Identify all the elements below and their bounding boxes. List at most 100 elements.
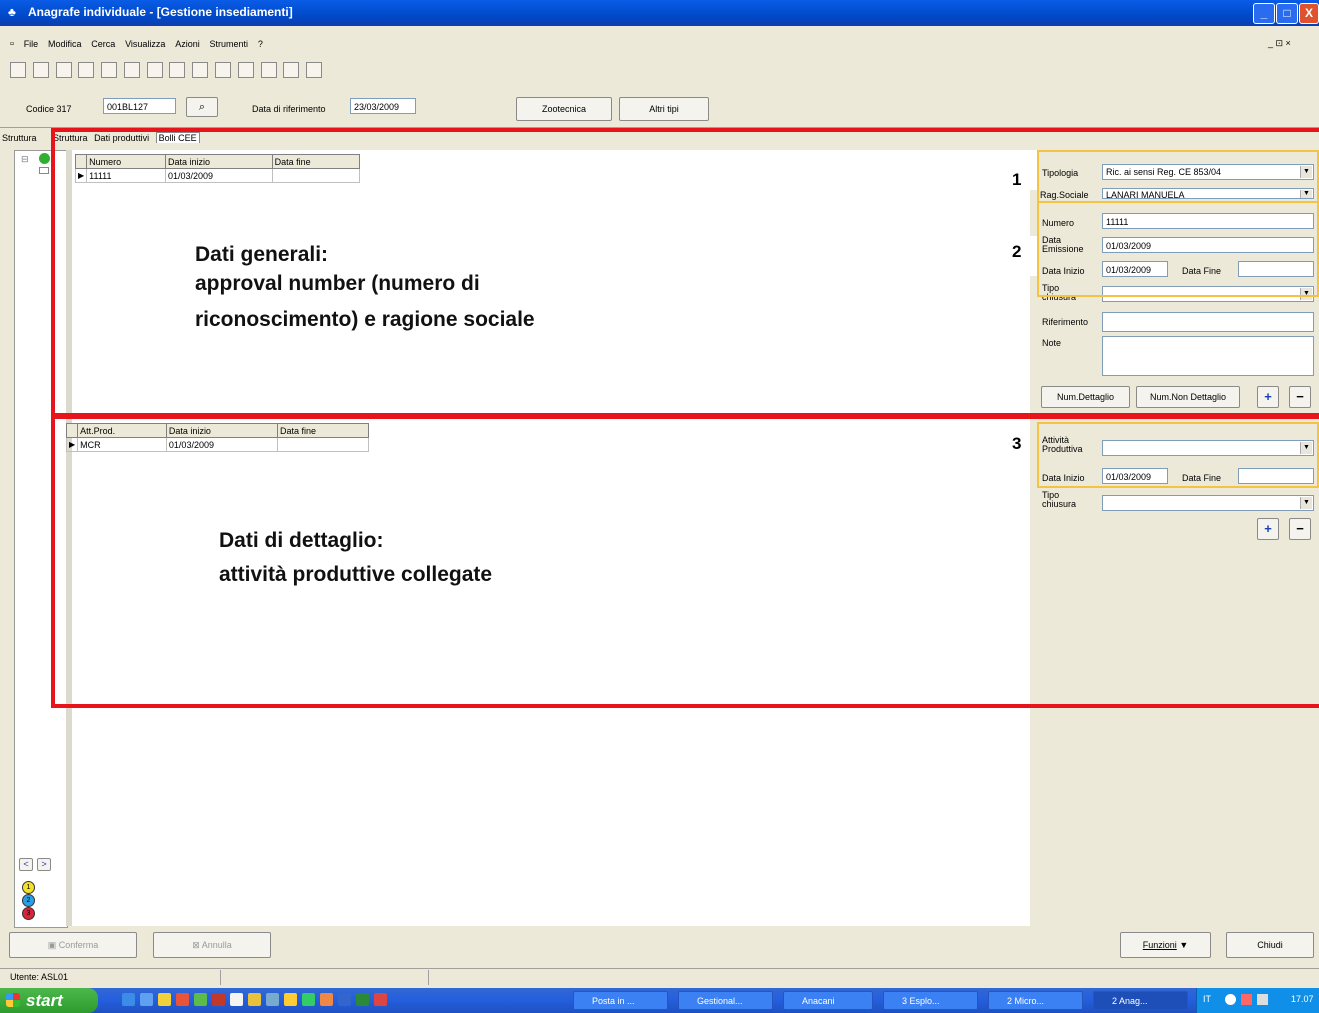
menu-azioni[interactable]: Azioni — [175, 39, 200, 49]
task-microsoft[interactable]: 2 Micro... — [988, 991, 1083, 1010]
app-icon[interactable] — [266, 993, 279, 1006]
data-rif-input[interactable]: 23/03/2009 — [350, 98, 416, 114]
mdi-controls[interactable]: _ ⊡ × — [1268, 38, 1291, 49]
tray-app-icon[interactable] — [1241, 994, 1252, 1005]
start-label: start — [26, 991, 63, 1010]
paste-icon[interactable] — [169, 62, 186, 78]
app-icon[interactable] — [248, 993, 261, 1006]
windows-logo-icon — [6, 993, 20, 1007]
tree-icon[interactable] — [10, 62, 26, 78]
annotation-yellow-box-1 — [1037, 150, 1319, 203]
word-icon[interactable] — [338, 993, 351, 1006]
annotation-dettaglio-line1: Dati di dettaglio: — [219, 529, 384, 552]
menu-bar: ▫ File Modifica Cerca Visualizza Azioni … — [0, 38, 1319, 54]
record-2-icon[interactable]: 2 — [22, 894, 35, 907]
minimize-button[interactable]: _ — [1253, 3, 1275, 24]
status-divider — [428, 970, 429, 985]
app-icon[interactable] — [158, 993, 171, 1006]
network-icon[interactable] — [1225, 994, 1236, 1005]
codice-label: Codice 317 — [26, 104, 72, 114]
chiudi-button[interactable]: Chiudi — [1226, 932, 1314, 958]
doc-icon: ▫ — [10, 38, 14, 50]
annotation-generali-line2: approval number (numero di — [195, 272, 480, 295]
annotation-yellow-box-2 — [1037, 201, 1319, 297]
windows-icon[interactable] — [306, 62, 323, 78]
codice-input[interactable]: 001BL127 — [103, 98, 176, 114]
conferma-label: Conferma — [58, 940, 99, 950]
status-divider — [220, 970, 221, 985]
record-1-icon[interactable]: 1 — [22, 881, 35, 894]
task-posta[interactable]: Posta in ... — [573, 991, 668, 1010]
annulla-button[interactable]: ⊠ Annulla — [153, 932, 271, 958]
sort-icon[interactable] — [260, 62, 277, 78]
menu-strumenti[interactable]: Strumenti — [210, 39, 249, 49]
start-button[interactable]: start — [0, 988, 98, 1013]
filter-icon[interactable] — [237, 62, 254, 78]
browser-icon[interactable] — [140, 993, 153, 1006]
tree-node-icon[interactable] — [39, 167, 49, 174]
print-icon[interactable] — [32, 62, 49, 78]
new-icon[interactable] — [78, 62, 95, 78]
status-bar: Utente: ASL01 — [0, 968, 1319, 987]
task-anagrafe[interactable]: 2 Anag... — [1093, 991, 1188, 1010]
delete-icon[interactable] — [215, 62, 232, 78]
cancel-icon: ⊠ — [192, 940, 200, 950]
altri-tipi-button[interactable]: Altri tipi — [619, 97, 709, 121]
menu-help[interactable]: ? — [258, 39, 263, 49]
save-icon[interactable] — [123, 62, 140, 78]
nav-next-button[interactable]: > — [37, 858, 51, 871]
clock[interactable]: 17.07 — [1291, 994, 1314, 1004]
excel-icon[interactable] — [356, 993, 369, 1006]
ie-icon[interactable] — [122, 993, 135, 1006]
tab-outer-struttura[interactable]: Struttura — [2, 133, 37, 143]
copy-icon[interactable] — [146, 62, 163, 78]
system-tray: IT 17.07 — [1196, 988, 1319, 1013]
menu-visualizza[interactable]: Visualizza — [125, 39, 165, 49]
conferma-button[interactable]: ▣ Conferma — [9, 932, 137, 958]
funzioni-label: Funzioni — [1142, 940, 1177, 950]
menu-file[interactable]: File — [24, 39, 39, 49]
app-icon[interactable] — [320, 993, 333, 1006]
task-anacani[interactable]: Anacani — [783, 991, 873, 1010]
app-icon[interactable] — [302, 993, 315, 1006]
chevron-down-icon: ▼ — [1179, 940, 1189, 950]
app-icon[interactable] — [194, 993, 207, 1006]
edit-icon[interactable] — [192, 62, 209, 78]
annotation-generali-line3: riconoscimento) e ragione sociale — [195, 308, 535, 331]
volume-icon[interactable] — [1257, 994, 1268, 1005]
tree-expand-icon[interactable]: ⊟ — [21, 154, 29, 165]
powerpoint-icon[interactable] — [374, 993, 387, 1006]
annotation-dettaglio-line2: attività produttive collegate — [219, 563, 493, 586]
zootecnica-button[interactable]: Zootecnica — [516, 97, 612, 121]
open-icon[interactable] — [101, 62, 118, 78]
funzioni-button[interactable]: Funzioni ▼ — [1120, 932, 1211, 958]
annotation-generali-line1: Dati generali: — [195, 243, 329, 266]
app-icon[interactable] — [230, 993, 243, 1006]
menu-modifica[interactable]: Modifica — [48, 39, 82, 49]
utente-status: Utente: ASL01 — [10, 972, 69, 982]
preview-icon[interactable] — [55, 62, 72, 78]
toolbar — [0, 58, 420, 82]
task-esplora[interactable]: 3 Esplo... — [883, 991, 978, 1010]
app-icon[interactable] — [176, 993, 189, 1006]
maximize-button[interactable]: □ — [1276, 3, 1298, 24]
app-icon[interactable] — [212, 993, 225, 1006]
record-3-icon[interactable]: 3 — [22, 907, 35, 920]
app-icon: ♣ — [8, 5, 16, 19]
close-button[interactable]: X — [1299, 3, 1319, 24]
status-ok-icon — [39, 153, 50, 164]
nav-prev-button[interactable]: < — [19, 858, 33, 871]
title-bar: ♣ Anagrafe individuale - [Gestione insed… — [0, 0, 1319, 26]
folder-icon[interactable] — [284, 993, 297, 1006]
taskbar: start Posta in ... Gestional... Anacani … — [0, 988, 1319, 1013]
search-button[interactable]: ⌕ — [186, 97, 218, 117]
annotation-number-1: 1 — [1012, 170, 1022, 189]
window-title: Anagrafe individuale - [Gestione insedia… — [28, 5, 293, 19]
menu-cerca[interactable]: Cerca — [91, 39, 115, 49]
confirm-icon: ▣ — [47, 940, 57, 950]
annotation-yellow-box-3 — [1037, 422, 1319, 488]
data-rif-label: Data di riferimento — [252, 104, 326, 114]
task-gestional[interactable]: Gestional... — [678, 991, 773, 1010]
language-indicator[interactable]: IT — [1203, 994, 1211, 1004]
help-icon[interactable] — [283, 62, 300, 78]
